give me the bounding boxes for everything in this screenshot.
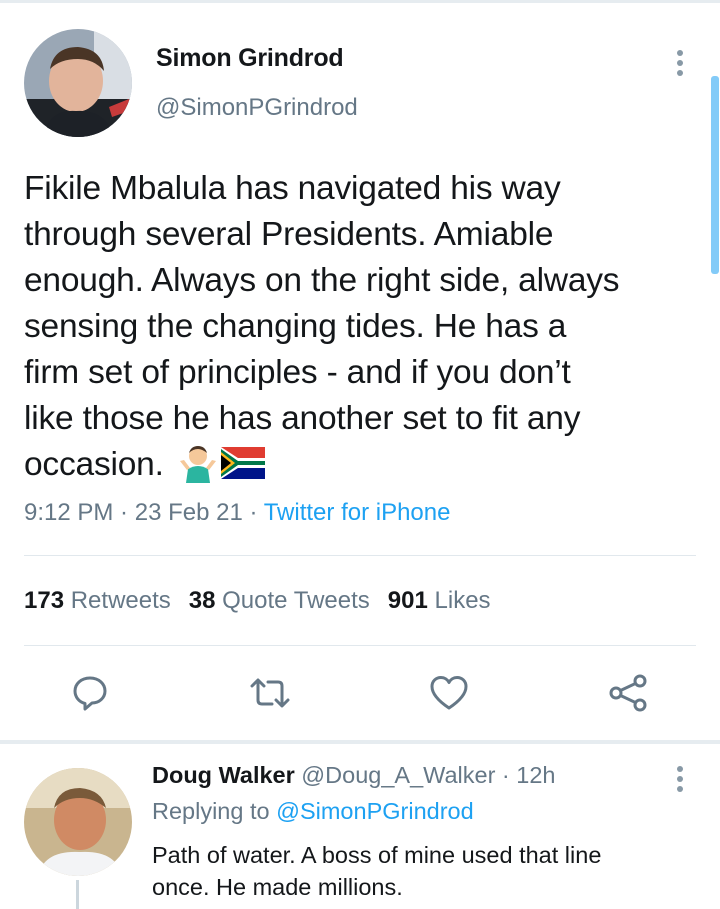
likes-count: 901 (387, 587, 428, 614)
tweet-body: Fikile Mbalula has navigated his way thr… (24, 170, 620, 483)
retweets-stat[interactable]: 173 Retweets (24, 587, 171, 614)
replying-prefix: Replying to (152, 798, 270, 824)
divider (24, 555, 696, 556)
reply-author-handle[interactable]: @Doug_A_Walker (301, 762, 495, 788)
reply-author-avatar[interactable] (24, 768, 132, 876)
reply-more-options-icon[interactable] (674, 766, 686, 792)
tweet-date: 23 Feb 21 (134, 499, 243, 526)
quotes-label: Quote Tweets (222, 587, 370, 614)
quotes-count: 38 (188, 587, 216, 614)
tweet-emojis (178, 443, 265, 483)
retweet-icon (250, 678, 290, 708)
share-icon (609, 674, 647, 712)
reply-button[interactable] (68, 671, 112, 715)
author-handle[interactable]: @SimonPGrindrod (156, 94, 358, 122)
like-button[interactable] (427, 671, 471, 715)
author-name[interactable]: Simon Grindrod (156, 44, 344, 73)
retweets-label: Retweets (70, 587, 171, 614)
tweet-text: Fikile Mbalula has navigated his way thr… (24, 166, 704, 488)
meta-separator: · (242, 499, 264, 526)
likes-label: Likes (434, 587, 491, 614)
quote-tweets-stat[interactable]: 38 Quote Tweets (189, 587, 370, 614)
reply-separator: · (495, 762, 517, 788)
divider (24, 645, 696, 646)
tweet-meta: 9:12 PM · 23 Feb 21 · Twitter for iPhone (24, 499, 450, 527)
scrollbar[interactable] (711, 76, 719, 274)
tweet-source-link[interactable]: Twitter for iPhone (264, 499, 451, 526)
tweet-time: 9:12 PM (24, 499, 114, 526)
reply-author-name[interactable]: Doug Walker (152, 762, 295, 788)
likes-stat[interactable]: 901 Likes (388, 587, 491, 614)
reply-time: 12h (516, 762, 556, 788)
engagement-stats: 173 Retweets 38 Quote Tweets 901 Likes (24, 587, 509, 615)
reply-header: Doug Walker @Doug_A_Walker · 12h (152, 762, 556, 789)
author-avatar[interactable] (24, 29, 132, 137)
replying-to-mention[interactable]: @SimonPGrindrod (276, 798, 474, 824)
south-africa-flag-icon (220, 447, 265, 479)
retweet-button[interactable] (248, 671, 292, 715)
replying-to: Replying to @SimonPGrindrod (152, 798, 474, 825)
reply-icon (73, 676, 107, 711)
reply-text: Path of water. A boss of mine used that … (152, 842, 602, 900)
top-divider (0, 0, 720, 3)
retweets-count: 173 (24, 587, 65, 614)
meta-separator: · (113, 499, 135, 526)
share-button[interactable] (606, 671, 650, 715)
section-divider (0, 740, 720, 744)
thread-line (76, 880, 79, 909)
tweet-more-options-icon[interactable] (674, 50, 686, 76)
like-icon (430, 676, 468, 710)
person-shrugging-icon (179, 446, 216, 483)
